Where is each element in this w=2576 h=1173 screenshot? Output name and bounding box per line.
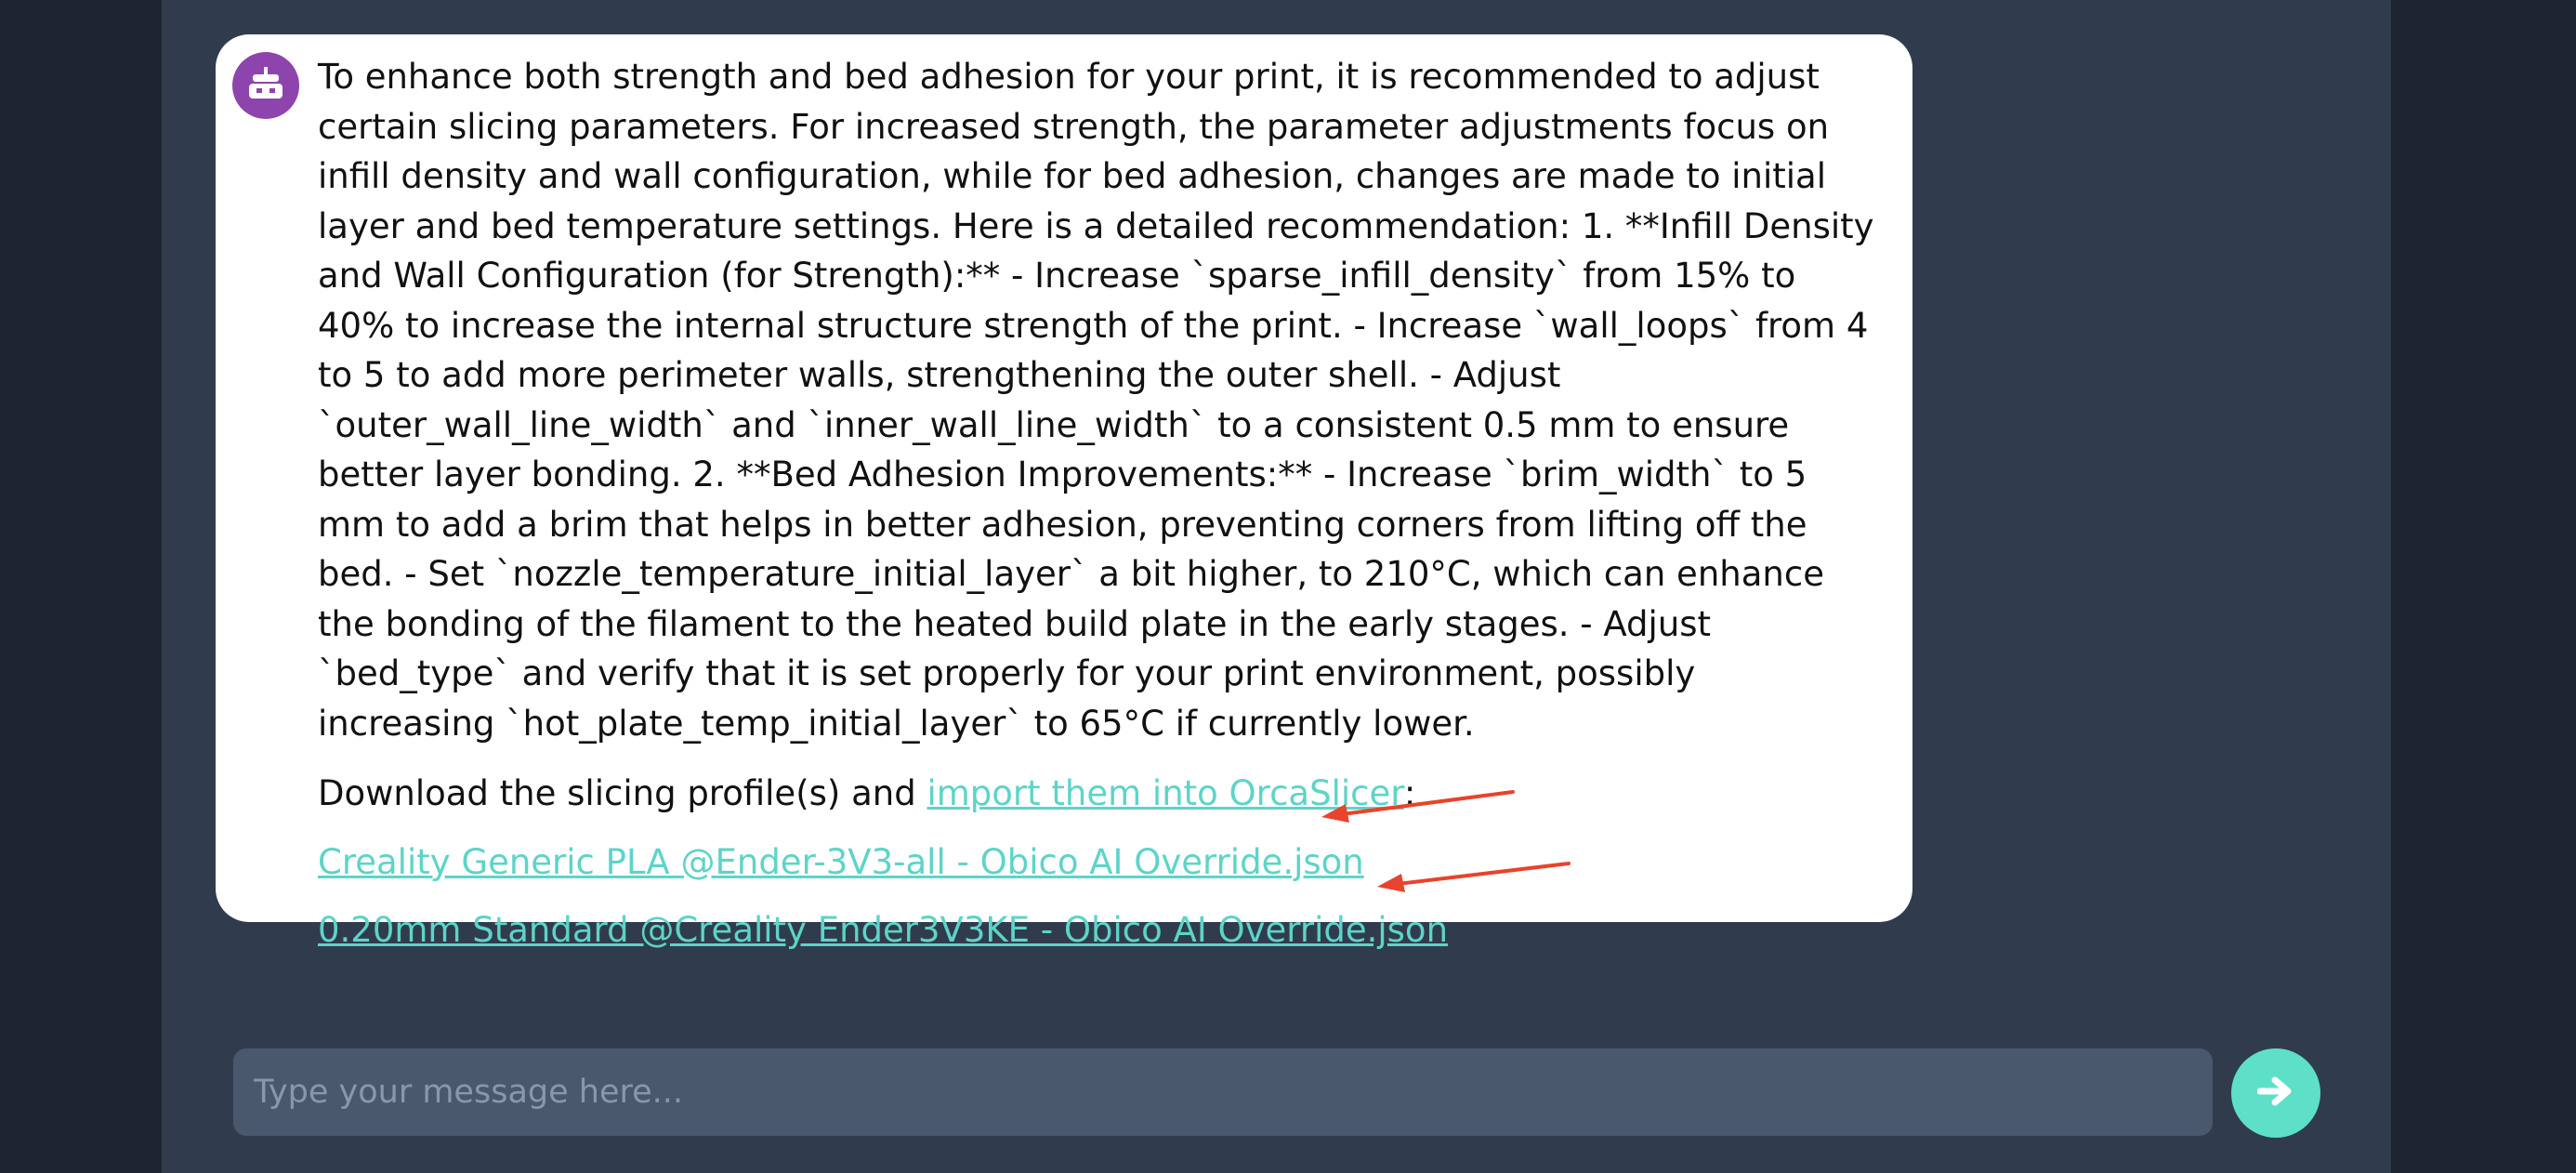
message-text: To enhance both strength and bed adhesio… [318, 57, 1874, 744]
message-input-container [233, 1048, 2213, 1136]
page-margin-right [2391, 0, 2576, 1173]
message-input[interactable] [252, 1073, 2213, 1112]
annotation-arrow-1 [1321, 790, 1515, 823]
send-button[interactable] [2231, 1048, 2320, 1138]
arrow-right-icon [2256, 1075, 2294, 1111]
download-instructions: Download the slicing profile(s) and impo… [318, 769, 1879, 819]
assistant-message: To enhance both strength and bed adhesio… [318, 52, 1879, 956]
profile-link-process[interactable]: 0.20mm Standard @Creality Ender3V3KE - O… [318, 905, 1879, 956]
download-prefix: Download the slicing profile(s) and [318, 773, 927, 813]
page-margin-left [0, 0, 162, 1173]
assistant-avatar [232, 52, 299, 119]
robot-icon [245, 65, 286, 106]
annotation-arrow-2 [1377, 862, 1571, 892]
profile-link-filament[interactable]: Creality Generic PLA @Ender-3V3-all - Ob… [318, 837, 1879, 888]
